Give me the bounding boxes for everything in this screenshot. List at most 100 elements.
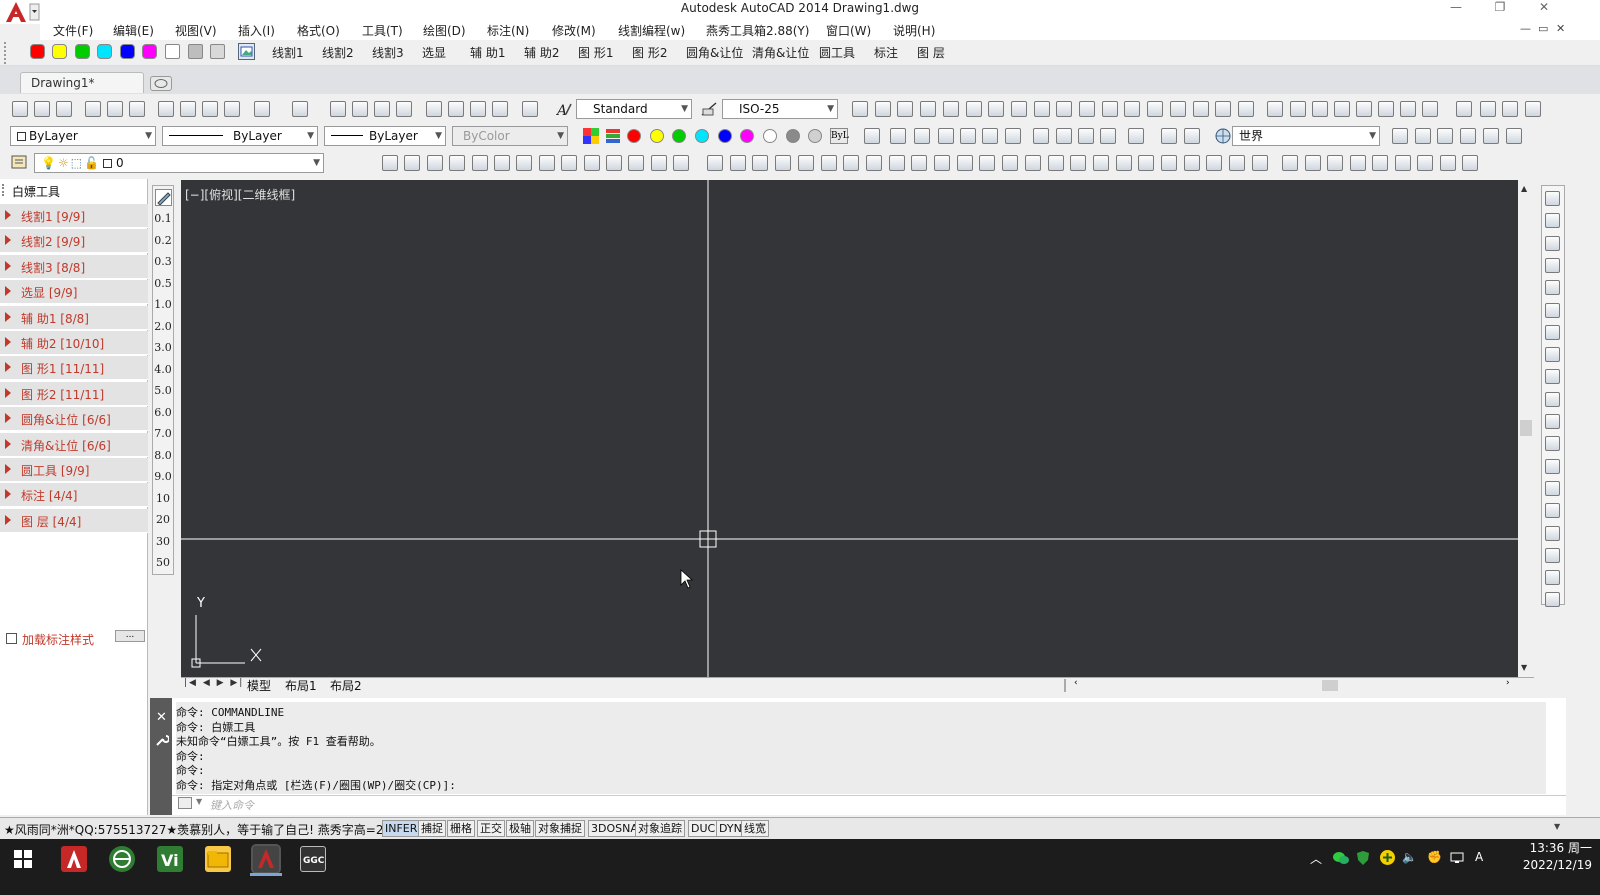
panel-item-2[interactable]: 线割3 [8/8] <box>0 254 148 279</box>
dim-tool-icon-10[interactable] <box>1545 414 1560 429</box>
property-color-1[interactable] <box>650 129 664 143</box>
annot-icon-7[interactable] <box>539 155 555 171</box>
annot-icon-11[interactable] <box>628 155 644 171</box>
solid-icon-17[interactable] <box>1238 101 1254 117</box>
doc-restore-button[interactable]: ▭ <box>1538 22 1548 35</box>
solid-icon-15[interactable] <box>1193 101 1209 117</box>
text-height-7[interactable]: 4.0 <box>153 363 173 376</box>
misc-icon-1[interactable] <box>1290 101 1306 117</box>
command-input[interactable]: 键入命令 <box>210 797 254 813</box>
tab-model[interactable]: 模型 <box>247 677 271 694</box>
tool-palette-icon[interactable] <box>470 101 486 117</box>
property-color-7[interactable] <box>786 129 800 143</box>
solid-icon-13[interactable] <box>1147 101 1163 117</box>
drawing-canvas[interactable] <box>181 180 1518 677</box>
misc-icon-2[interactable] <box>1312 101 1328 117</box>
new-tab-button[interactable] <box>150 76 172 91</box>
publish-icon[interactable] <box>129 101 145 117</box>
dim-tool-icon-17[interactable] <box>1545 570 1560 586</box>
text-height-10[interactable]: 7.0 <box>153 427 173 440</box>
language-indicator[interactable]: A <box>1475 850 1483 864</box>
misc-icon-8[interactable] <box>1456 101 1472 117</box>
misc-icon-10[interactable] <box>1502 101 1518 117</box>
volume-icon[interactable]: 🔈 <box>1402 850 1417 864</box>
draw-icon-20[interactable] <box>1161 155 1177 171</box>
solid-icon-16[interactable] <box>1215 101 1231 117</box>
layout-nav-icons[interactable]: |◀ ◀ ▶ ▶| <box>184 678 244 688</box>
wrench-icon[interactable] <box>155 733 169 747</box>
edit-icon-2[interactable] <box>1327 155 1343 171</box>
status-toggle-3[interactable]: 正交 <box>477 820 505 837</box>
custom-button-6[interactable]: 图 形1 <box>578 44 613 61</box>
draw-icon-0[interactable] <box>707 155 723 171</box>
text-tool-icon-3[interactable] <box>1460 128 1476 144</box>
text-style-icon[interactable]: A <box>556 100 572 118</box>
draw-icon-16[interactable] <box>1070 155 1086 171</box>
draw-icon-19[interactable] <box>1138 155 1154 171</box>
annot-icon-3[interactable] <box>449 155 465 171</box>
solid-icon-10[interactable] <box>1079 101 1095 117</box>
menu-item-1[interactable]: 编辑(E) <box>113 22 154 39</box>
dim-tool-icon-13[interactable] <box>1545 480 1560 496</box>
custom-button-5[interactable]: 辅 助2 <box>524 44 559 61</box>
toolbar-grip[interactable] <box>4 42 14 64</box>
tab-layout1[interactable]: 布局1 <box>285 677 317 694</box>
draw-icon-24[interactable] <box>1252 155 1268 171</box>
menu-item-2[interactable]: 视图(V) <box>175 22 217 39</box>
draw-icon-10[interactable] <box>934 155 950 171</box>
annot-icon-13[interactable] <box>673 155 689 171</box>
text-height-9[interactable]: 6.0 <box>153 406 173 419</box>
view-icon-2[interactable] <box>914 128 930 144</box>
panel-item-8[interactable]: 圆角&让位 [6/6] <box>0 407 148 432</box>
draw-icon-3[interactable] <box>775 155 791 171</box>
annot-icon-6[interactable] <box>516 155 532 171</box>
annot-icon-9[interactable] <box>584 155 600 171</box>
design-center-icon[interactable] <box>448 101 464 117</box>
text-height-12[interactable]: 9.0 <box>153 470 173 483</box>
custom-button-10[interactable]: 圆工具 <box>819 44 855 61</box>
layer-colors-icon[interactable] <box>605 128 621 144</box>
solid-icon-6[interactable] <box>988 101 1004 117</box>
custom-button-2[interactable]: 线割3 <box>372 44 404 61</box>
scroll-right-icon[interactable]: › <box>1506 678 1510 688</box>
property-color-8[interactable] <box>808 129 822 143</box>
hscroll-thumb[interactable] <box>1322 680 1338 691</box>
edit-icon-6[interactable] <box>1417 155 1433 171</box>
view-icon-0[interactable] <box>864 128 880 144</box>
dim-tool-icon-7[interactable] <box>1545 347 1560 363</box>
annot-icon-12[interactable] <box>651 155 667 171</box>
command-prompt-icon[interactable] <box>178 797 192 809</box>
color-swatch-1[interactable] <box>52 44 67 59</box>
draw-icon-23[interactable] <box>1229 155 1245 171</box>
custom-button-1[interactable]: 线割2 <box>322 44 354 61</box>
edit-icon-4[interactable] <box>1372 155 1388 171</box>
dim-tool-icon-15[interactable] <box>1545 525 1560 541</box>
menu-item-8[interactable]: 修改(M) <box>552 22 596 39</box>
dim-tool-icon-18[interactable] <box>1545 592 1560 608</box>
menu-item-5[interactable]: 工具(T) <box>362 22 403 39</box>
tab-layout2[interactable]: 布局2 <box>330 677 362 694</box>
text-height-6[interactable]: 3.0 <box>153 341 173 354</box>
text-height-15[interactable]: 30 <box>153 535 173 548</box>
close-icon[interactable]: ✕ <box>156 710 167 725</box>
viewport-controls-label[interactable]: [−][俯视][二维线框] <box>185 186 295 203</box>
text-height-16[interactable]: 50 <box>153 556 173 569</box>
dim-tool-icon-5[interactable] <box>1545 302 1560 318</box>
dim-tool-icon-12[interactable] <box>1545 458 1560 474</box>
property-color-0[interactable] <box>627 129 641 143</box>
status-toggle-7[interactable]: 对象追踪 <box>635 820 685 837</box>
text-tool-icon-5[interactable] <box>1506 128 1522 144</box>
misc-icon-6[interactable] <box>1400 101 1416 117</box>
solid-icon-12[interactable] <box>1124 101 1140 117</box>
dim-tool-icon-3[interactable] <box>1545 257 1560 273</box>
menu-item-4[interactable]: 格式(O) <box>297 22 340 39</box>
dim-tool-icon-1[interactable] <box>1545 213 1560 229</box>
vertical-scrollbar[interactable]: ▲ ▼ <box>1518 180 1534 677</box>
windows-start-icon[interactable] <box>14 850 32 868</box>
panel-item-10[interactable]: 圆工具 [9/9] <box>0 458 148 482</box>
solid-icon-8[interactable] <box>1034 101 1050 117</box>
custom-button-9[interactable]: 清角&让位 <box>752 44 809 61</box>
draw-icon-21[interactable] <box>1184 155 1200 171</box>
panel-item-4[interactable]: 辅 助1 [8/8] <box>0 305 148 330</box>
color-swatch-8[interactable] <box>210 44 225 59</box>
